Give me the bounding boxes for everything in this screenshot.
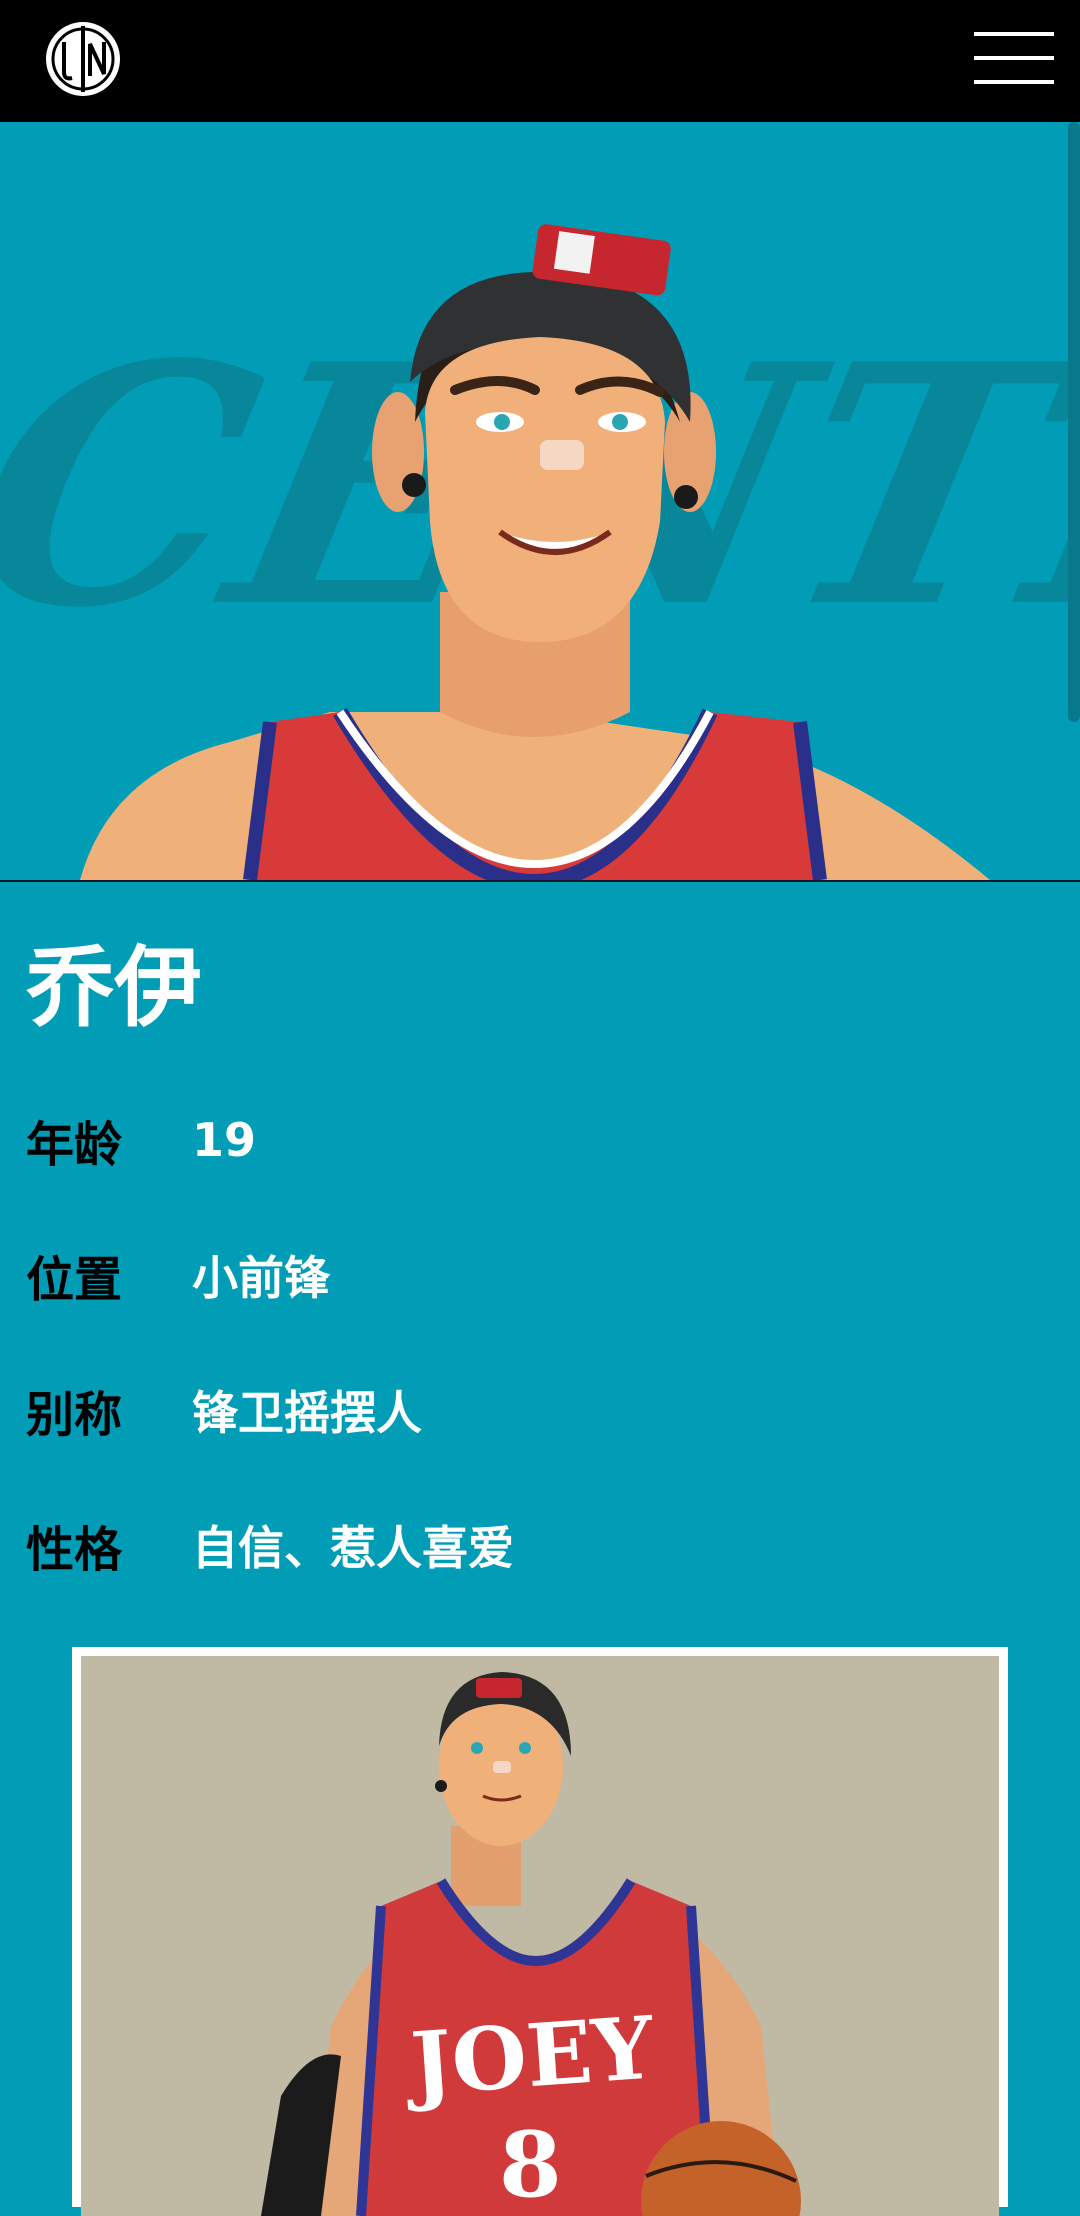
hero-divider xyxy=(0,880,1080,882)
character-portrait-illustration: CENTER xyxy=(0,224,1068,880)
top-nav-bar xyxy=(0,0,1080,122)
jn-logo-icon[interactable] xyxy=(44,20,122,98)
info-row-position: 位置 小前锋 xyxy=(26,1245,330,1308)
info-label-alias: 别称 xyxy=(26,1387,123,1443)
info-label-personality: 性格 xyxy=(26,1522,123,1578)
info-value-personality: 自信、惹人喜爱 xyxy=(192,1521,514,1575)
hero-portrait: CENTER xyxy=(0,122,1068,880)
info-label-age: 年龄 xyxy=(26,1117,123,1173)
page-scrollbar[interactable] xyxy=(1068,122,1080,722)
jersey-name-text: JOEY xyxy=(401,1997,659,2115)
character-photo[interactable]: JOEY 8 xyxy=(81,1656,999,2216)
hamburger-menu-icon[interactable] xyxy=(974,28,1054,88)
character-name: 乔伊 xyxy=(26,936,203,1039)
info-value-alias: 锋卫摇摆人 xyxy=(192,1386,422,1440)
info-value-position: 小前锋 xyxy=(192,1251,330,1305)
info-value-age: 19 xyxy=(192,1113,257,1167)
character-photo-frame: JOEY 8 xyxy=(72,1647,1008,2216)
info-label-position: 位置 xyxy=(26,1252,123,1308)
jersey-number-text: 8 xyxy=(499,2112,562,2216)
character-fullbody-illustration: JOEY 8 xyxy=(261,1672,801,2216)
info-row-age: 年龄 19 xyxy=(26,1110,257,1173)
info-row-personality: 性格 自信、惹人喜爱 xyxy=(26,1515,514,1578)
info-row-alias: 别称 锋卫摇摆人 xyxy=(26,1380,422,1443)
